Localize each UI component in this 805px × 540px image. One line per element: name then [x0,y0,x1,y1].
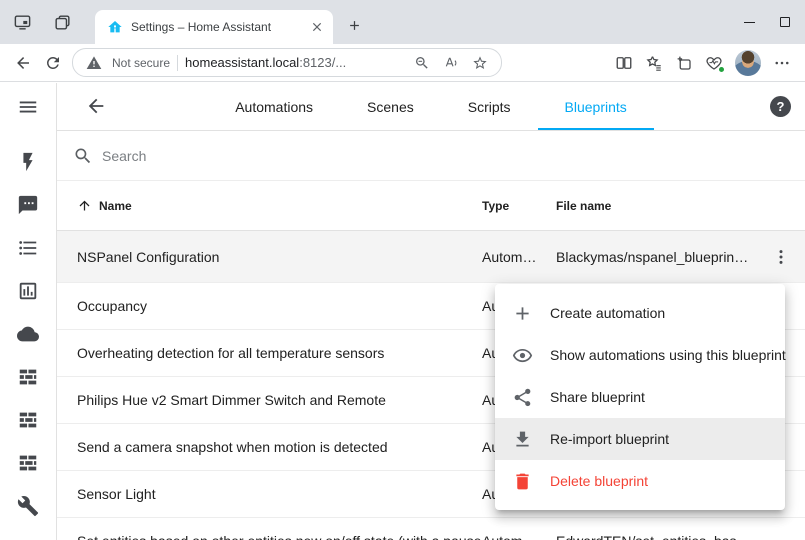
ha-tab-bar: Automations Scenes Scripts Blueprints [57,83,805,130]
menu-icon[interactable] [16,95,40,119]
browser-tab[interactable]: Settings – Home Assistant [95,10,333,44]
new-tab-icon[interactable] [342,13,366,37]
menu-item-share-blueprint[interactable]: Share blueprint [495,376,785,418]
table-row[interactable]: Set entities based on other entities new… [57,518,805,540]
wrench-icon[interactable] [16,494,40,518]
tab-blueprints[interactable]: Blueprints [538,83,654,130]
window-controls [731,0,803,44]
menu-item-delete-blueprint[interactable]: Delete blueprint [495,460,785,502]
toolbar-actions [609,48,797,78]
bolt-icon[interactable] [16,150,40,174]
tab-actions-icon[interactable] [48,8,76,36]
split-screen-icon[interactable] [609,48,639,78]
zoom-out-icon[interactable] [411,52,433,74]
workspaces-icon[interactable] [8,8,36,36]
favorites-icon[interactable] [639,48,669,78]
sort-up-icon[interactable] [77,198,93,214]
address-divider [177,55,178,71]
menu-item-show-automations[interactable]: Show automations using this blueprint [495,334,785,376]
back-icon[interactable] [8,48,38,78]
brick-icon[interactable] [16,365,40,389]
eye-icon [511,344,533,366]
history-icon[interactable] [16,279,40,303]
menu-item-create-automation[interactable]: Create automation [495,292,785,334]
titlebar: Settings – Home Assistant [0,0,805,44]
tab-automations[interactable]: Automations [208,83,340,130]
url-text: homeassistant.local:8123/... [185,55,404,70]
more-icon[interactable] [767,48,797,78]
column-name[interactable]: Name [99,199,132,213]
search-icon [73,146,93,166]
column-file[interactable]: File name [556,199,757,213]
delete-icon [511,470,533,492]
share-icon [511,386,533,408]
browser-toolbar: Not secure homeassistant.local:8123/... [0,44,805,82]
tab-title: Settings – Home Assistant [131,20,301,34]
browser-window: Settings – Home Assistant Not secure h [0,0,805,540]
read-aloud-icon[interactable] [440,52,462,74]
table-header: Name Type File name [57,181,805,231]
ha-back-icon[interactable] [85,95,109,119]
brick-icon[interactable] [16,408,40,432]
profile-avatar[interactable] [735,50,761,76]
cloud-icon[interactable] [16,322,40,346]
help-icon[interactable]: ? [770,96,791,117]
menu-item-reimport-blueprint[interactable]: Re-import blueprint [495,418,785,460]
essentials-icon[interactable] [699,48,729,78]
table-row[interactable]: NSPanel Configuration Autom… Blackymas/n… [57,231,805,283]
list-icon[interactable] [16,236,40,260]
ha-topbar: Automations Scenes Scripts Blueprints ? [57,83,805,131]
warning-icon[interactable] [83,52,105,74]
status-dot [718,66,725,73]
download-icon [511,428,533,450]
plus-icon [511,302,533,324]
tab-scripts[interactable]: Scripts [441,83,538,130]
maximize-button[interactable] [767,0,803,44]
blueprint-context-menu: Create automation Show automations using… [495,284,785,510]
tab-close-icon[interactable] [309,19,325,35]
assist-icon[interactable] [16,193,40,217]
ha-sidebar [0,83,57,540]
star-icon[interactable] [469,52,491,74]
tab-scenes[interactable]: Scenes [340,83,441,130]
collections-icon[interactable] [669,48,699,78]
minimize-button[interactable] [731,0,767,44]
brick-icon[interactable] [16,451,40,475]
home-assistant-favicon [107,19,123,35]
security-label: Not secure [112,56,170,70]
column-type[interactable]: Type [482,199,556,213]
refresh-icon[interactable] [38,48,68,78]
row-menu-icon[interactable] [769,245,793,269]
address-bar[interactable]: Not secure homeassistant.local:8123/... [72,48,502,77]
search-input[interactable] [102,148,402,164]
search-bar[interactable] [57,131,805,181]
